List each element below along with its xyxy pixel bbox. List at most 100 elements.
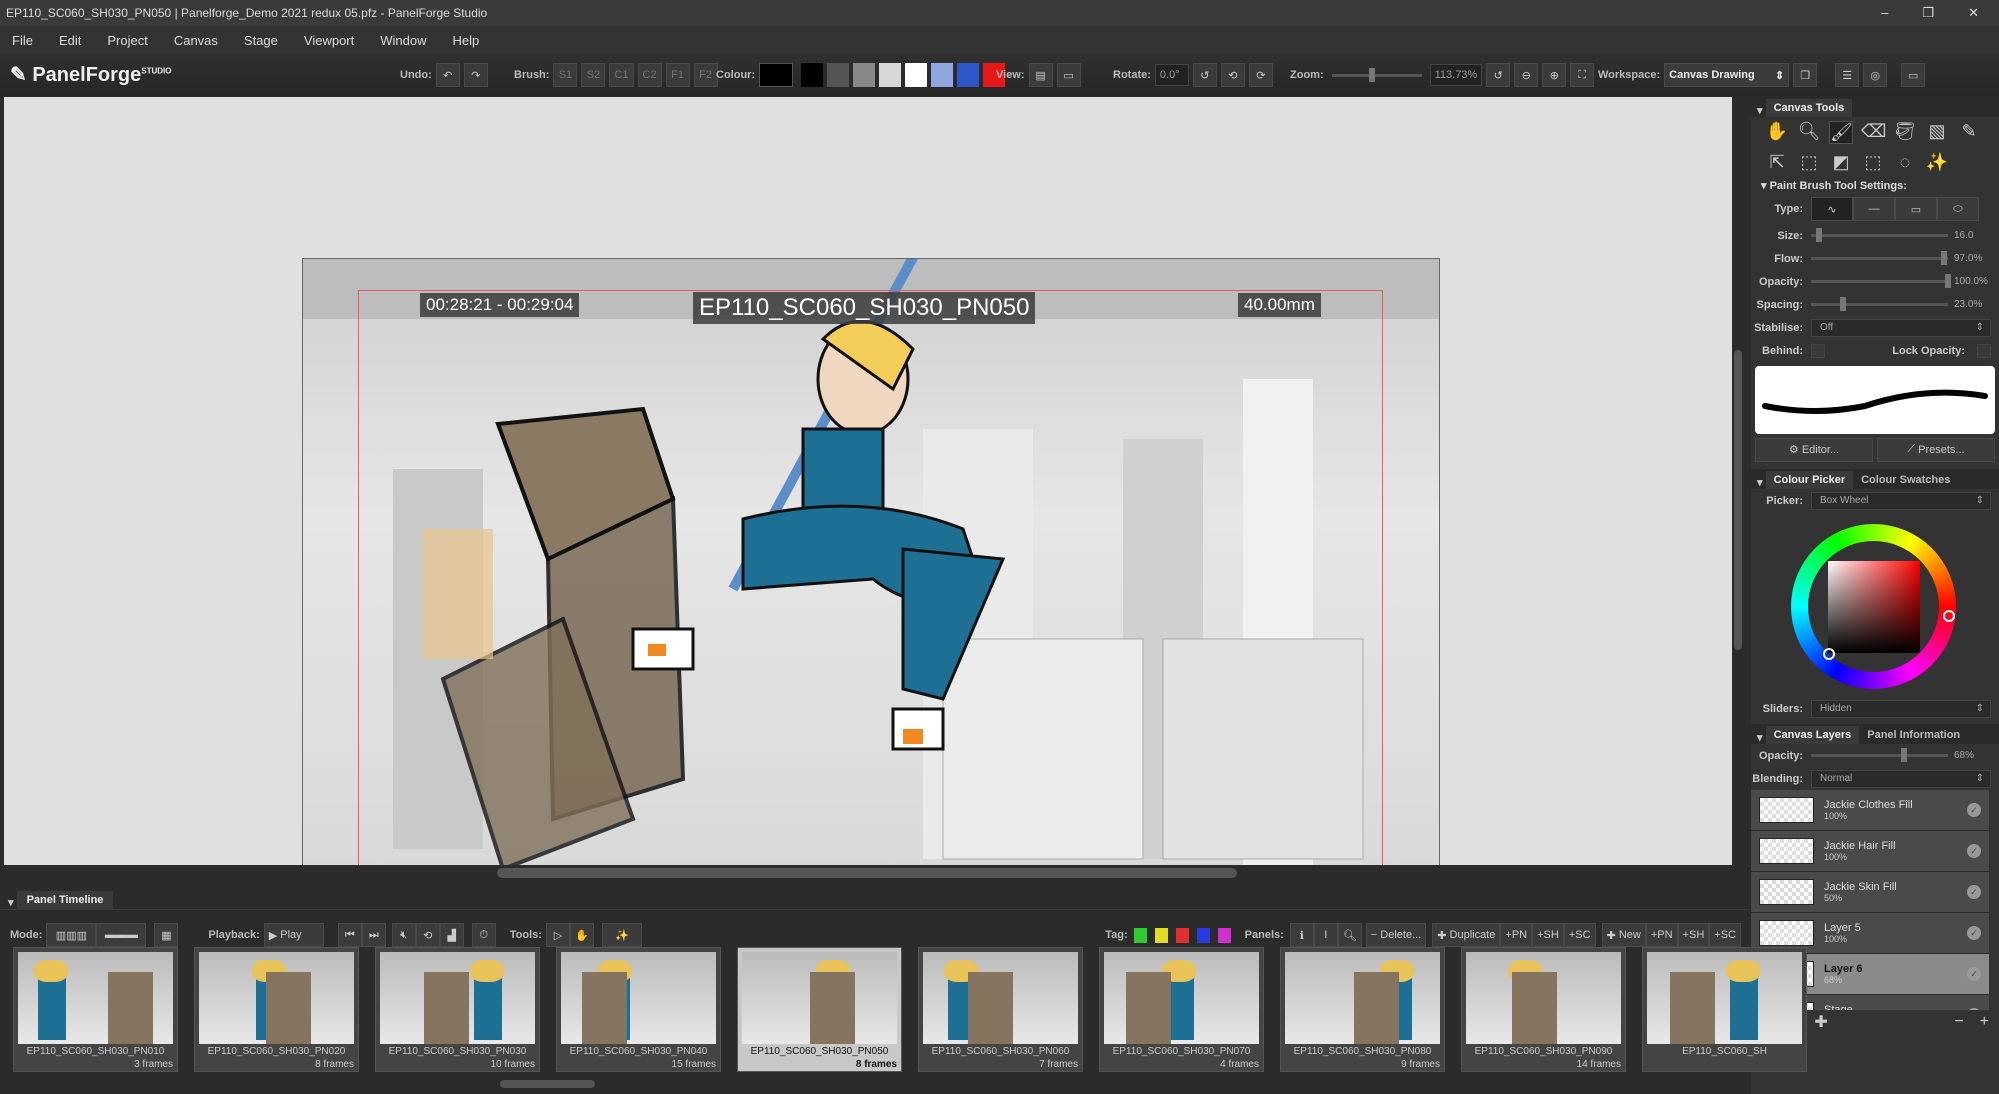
lock-icon[interactable]: 🔒︎ bbox=[1943, 1008, 1949, 1011]
zoom-slider[interactable] bbox=[1331, 67, 1422, 82]
visibility-checkbox[interactable]: ✓ bbox=[1967, 844, 1981, 858]
menu-project[interactable]: Project bbox=[107, 33, 147, 48]
spacing-slider[interactable] bbox=[1811, 297, 1948, 311]
fill-icon[interactable]: 🪣︎ bbox=[1893, 121, 1917, 144]
brush-slot-s1[interactable]: S1 bbox=[553, 63, 578, 87]
zoom-icon[interactable]: 🔍︎ bbox=[1797, 121, 1821, 144]
current-colour[interactable] bbox=[759, 63, 794, 87]
tag-colour-button[interactable] bbox=[1175, 927, 1189, 943]
colour-swatch[interactable] bbox=[853, 63, 876, 87]
menu-edit[interactable]: Edit bbox=[59, 33, 81, 48]
rotate-input[interactable]: 0.0° bbox=[1154, 64, 1189, 86]
opacity-slider[interactable] bbox=[1811, 274, 1951, 288]
layer-opacity-value[interactable]: 68% bbox=[1954, 750, 1999, 761]
layer-item[interactable]: Jackie Clothes Fill 100% ✓ bbox=[1751, 790, 1989, 831]
panel-thumbnail[interactable]: EP110_SC060_SH030_PN070 4 frames bbox=[1099, 947, 1264, 1072]
panel-thumbnail[interactable]: EP110_SC060_SH030_PN050 8 frames bbox=[737, 947, 902, 1072]
tab-panel-information[interactable]: Panel Information bbox=[1859, 726, 1968, 744]
gradient-icon[interactable]: ▧ bbox=[1925, 121, 1949, 144]
brush-slot-f2[interactable]: F2 bbox=[693, 63, 718, 87]
panel-thumbnail[interactable]: EP110_SC060_SH030_PN010 3 frames bbox=[13, 947, 178, 1072]
panel-search-icon[interactable]: 🔍︎ bbox=[1337, 923, 1362, 947]
workspace-select[interactable]: Canvas Drawing ⇕ bbox=[1664, 63, 1790, 87]
sliders-select[interactable]: Hidden ⇕ bbox=[1811, 699, 1991, 718]
duplicate-pn-button[interactable]: +PN bbox=[1500, 923, 1533, 947]
mode-strip-button[interactable]: ▬▬▬ bbox=[96, 923, 147, 947]
tab-colour-swatches[interactable]: Colour Swatches bbox=[1853, 471, 1958, 489]
editor-button[interactable]: ⚙ Editor... bbox=[1755, 437, 1873, 462]
layers-window-icon[interactable]: ❐ bbox=[1793, 63, 1818, 87]
reset-zoom-icon[interactable]: ↺ bbox=[1486, 63, 1511, 87]
view-frame-icon[interactable]: ▭ bbox=[1056, 63, 1081, 87]
ellipse-type-button[interactable]: ⬭ bbox=[1937, 197, 1979, 221]
colour-wheel[interactable] bbox=[1751, 512, 1999, 697]
mode-sheet-button[interactable]: ▦ bbox=[154, 923, 179, 947]
marquee-icon[interactable]: ⬚ bbox=[1861, 152, 1885, 173]
menu-stage[interactable]: Stage bbox=[244, 33, 278, 48]
visibility-checkbox[interactable]: ✓ bbox=[1967, 885, 1981, 899]
perspective-icon[interactable]: ◩ bbox=[1829, 152, 1853, 173]
canvas-horizontal-scrollbar[interactable] bbox=[497, 868, 1237, 878]
opacity-value[interactable]: 100.0% bbox=[1954, 276, 1999, 287]
rectangle-type-button[interactable]: ▭ bbox=[1895, 197, 1937, 221]
slider-handle[interactable] bbox=[1816, 228, 1823, 242]
brush-icon[interactable]: 🖌︎ bbox=[1829, 121, 1853, 144]
hand-tool-icon[interactable]: ✋ bbox=[569, 923, 594, 947]
blending-select[interactable]: Normal ⇕ bbox=[1811, 769, 1991, 788]
magic-wand-icon[interactable]: ✨ bbox=[1925, 152, 1949, 173]
menu-window[interactable]: Window bbox=[380, 33, 426, 48]
slider-handle[interactable] bbox=[1940, 251, 1947, 265]
maximize-button[interactable]: ❐ bbox=[1922, 5, 1934, 21]
layer-item[interactable]: Jackie Skin Fill 50% ✓ bbox=[1751, 872, 1989, 913]
tag-colour-button[interactable] bbox=[1217, 927, 1231, 943]
freehand-type-button[interactable]: ∿ bbox=[1811, 197, 1853, 221]
colour-swatch[interactable] bbox=[801, 63, 824, 87]
add-layer-group-icon[interactable]: ✚ bbox=[1814, 1012, 1827, 1032]
flow-value[interactable]: 97.0% bbox=[1954, 253, 1999, 264]
delete-panel-button[interactable]: − Delete... bbox=[1365, 923, 1427, 947]
picker-select[interactable]: Box Wheel ⇕ bbox=[1811, 491, 1991, 510]
tab-canvas-layers[interactable]: Canvas Layers bbox=[1765, 726, 1860, 744]
visibility-checkbox[interactable]: ✓ bbox=[1967, 926, 1981, 940]
colour-swatch[interactable] bbox=[827, 63, 850, 87]
colour-swatch[interactable] bbox=[905, 63, 928, 87]
colour-swatch[interactable] bbox=[879, 63, 902, 87]
new-sc-button[interactable]: +SC bbox=[1709, 923, 1741, 947]
duplicate-panel-button[interactable]: ✚ Duplicate bbox=[1432, 923, 1501, 947]
menu-file[interactable]: File bbox=[12, 33, 33, 48]
select-icon[interactable]: ⇱ bbox=[1765, 152, 1789, 173]
visibility-checkbox[interactable]: ✓ bbox=[1967, 967, 1981, 981]
skip-start-icon[interactable]: ⏮ bbox=[337, 923, 362, 947]
stabilise-select[interactable]: Off ⇕ bbox=[1811, 318, 1991, 337]
undo-icon[interactable]: ↶ bbox=[435, 63, 460, 87]
flow-slider[interactable] bbox=[1811, 251, 1948, 265]
slider-handle[interactable] bbox=[1945, 274, 1951, 288]
layer-opacity-slider[interactable] bbox=[1811, 748, 1948, 762]
audio-track-icon[interactable]: ▟ bbox=[439, 923, 464, 947]
new-sh-button[interactable]: +SH bbox=[1677, 923, 1710, 947]
panel-thumbnail[interactable]: EP110_SC060_SH030_PN040 15 frames bbox=[556, 947, 721, 1072]
spacing-value[interactable]: 23.0% bbox=[1954, 299, 1999, 310]
panel-thumbnail[interactable]: EP110_SC060_SH030_PN090 14 frames bbox=[1461, 947, 1626, 1072]
skip-end-icon[interactable]: ⏭ bbox=[361, 923, 386, 947]
timer-icon[interactable]: ⏱ bbox=[471, 923, 496, 947]
zoom-out-icon[interactable]: ⊖ bbox=[1514, 63, 1539, 87]
panel-thumbnail[interactable]: EP110_SC060_SH030_PN080 9 frames bbox=[1280, 947, 1445, 1072]
saturation-value-box[interactable] bbox=[1828, 561, 1920, 653]
brush-slot-s2[interactable]: S2 bbox=[581, 63, 606, 87]
transform-icon[interactable]: ⬚ bbox=[1797, 152, 1821, 173]
mute-icon[interactable]: 🔇︎ bbox=[391, 923, 416, 947]
zoom-input[interactable]: 113.73% bbox=[1429, 64, 1483, 86]
lock-opacity-checkbox[interactable] bbox=[1977, 343, 1991, 358]
close-button[interactable]: ✕ bbox=[1968, 5, 1979, 21]
slider-handle[interactable] bbox=[1901, 748, 1908, 762]
loop-icon[interactable]: ⟲ bbox=[415, 923, 440, 947]
script-icon[interactable]: ☰ bbox=[1835, 63, 1860, 87]
eyedropper-icon[interactable]: ✎ bbox=[1957, 121, 1981, 144]
menu-help[interactable]: Help bbox=[452, 33, 479, 48]
tag-colour-button[interactable] bbox=[1196, 927, 1210, 943]
tab-colour-picker[interactable]: Colour Picker bbox=[1765, 471, 1854, 489]
line-type-button[interactable]: — bbox=[1853, 197, 1895, 221]
canvas-panel-image[interactable]: 00:28:21 - 00:29:04 EP110_SC060_SH030_PN… bbox=[302, 258, 1440, 865]
colour-handle[interactable] bbox=[1823, 648, 1835, 660]
